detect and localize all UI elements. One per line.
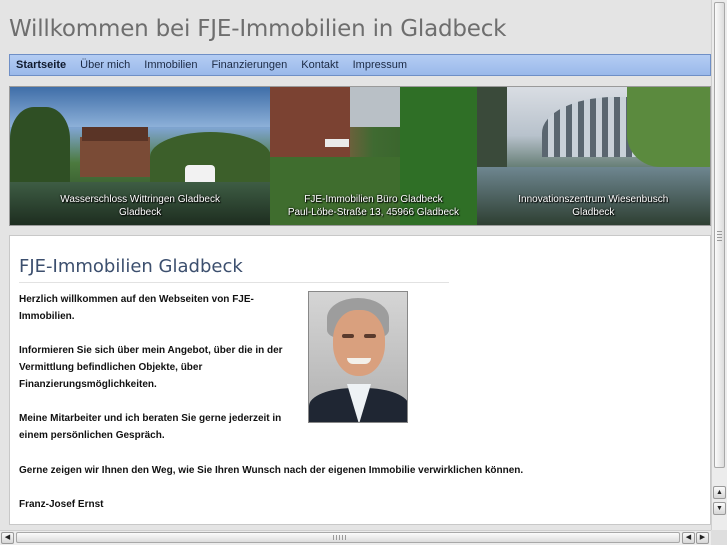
banner-photo-wasserschloss: Wasserschloss Wittringen Gladbeck Gladbe… [10, 87, 271, 225]
vertical-scroll-thumb[interactable] [714, 2, 725, 468]
welcome-paragraph: Herzlich willkommen auf den Webseiten vo… [19, 294, 254, 322]
site-title: Willkommen bei FJE-Immobilien in Gladbec… [9, 16, 507, 42]
signature: Franz-Josef Ernst [19, 499, 104, 510]
nav-item-immobilien[interactable]: Immobilien [144, 59, 197, 71]
banner-caption-3: Innovationszentrum Wiesenbusch Gladbeck [518, 194, 669, 218]
banner-caption-1: Wasserschloss Wittringen Gladbeck Gladbe… [60, 194, 220, 218]
scroll-left-icon-2[interactable]: ◀ [682, 532, 695, 544]
scroll-down-icon[interactable]: ▼ [713, 502, 726, 515]
horizontal-scroll-thumb[interactable] [16, 532, 680, 543]
nav-item-finanzierungen[interactable]: Finanzierungen [211, 59, 287, 71]
nav-item-ueber-mich[interactable]: Über mich [80, 59, 130, 71]
page-title: FJE-Immobilien Gladbeck [19, 256, 243, 277]
scrollbar-corner [711, 530, 727, 545]
vertical-scrollbar[interactable]: ▲ ▼ [711, 0, 727, 530]
banner-photo-innovationszentrum: Innovationszentrum Wiesenbusch Gladbeck [476, 87, 710, 225]
main-content: FJE-Immobilien Gladbeck Herzlich willkom… [9, 235, 711, 525]
vertical-grip-icon [717, 231, 722, 241]
scroll-right-icon[interactable]: ▶ [696, 532, 709, 544]
banner-photo-buero: FJE-Immobilien Büro Gladbeck Paul-Löbe-S… [270, 87, 477, 225]
info-paragraph: Informieren Sie sich über mein Angebot, … [19, 345, 283, 390]
consulting-paragraph: Meine Mitarbeiter und ich beraten Sie ge… [19, 413, 282, 441]
title-divider [19, 282, 449, 283]
scroll-left-icon[interactable]: ◀ [1, 532, 14, 544]
nav-item-startseite[interactable]: Startseite [16, 59, 66, 71]
goal-paragraph: Gerne zeigen wir Ihnen den Weg, wie Sie … [19, 465, 524, 476]
main-nav: Startseite Über mich Immobilien Finanzie… [9, 54, 711, 76]
scroll-up-icon[interactable]: ▲ [713, 486, 726, 499]
banner-caption-2: FJE-Immobilien Büro Gladbeck Paul-Löbe-S… [287, 194, 460, 218]
nav-item-impressum[interactable]: Impressum [353, 59, 407, 71]
nav-item-kontakt[interactable]: Kontakt [301, 59, 338, 71]
header-banner: Wasserschloss Wittringen Gladbeck Gladbe… [9, 86, 711, 226]
portrait-photo [308, 291, 408, 423]
horizontal-grip-icon [333, 535, 347, 540]
horizontal-scrollbar[interactable]: ◀ ◀ ▶ [0, 530, 711, 545]
